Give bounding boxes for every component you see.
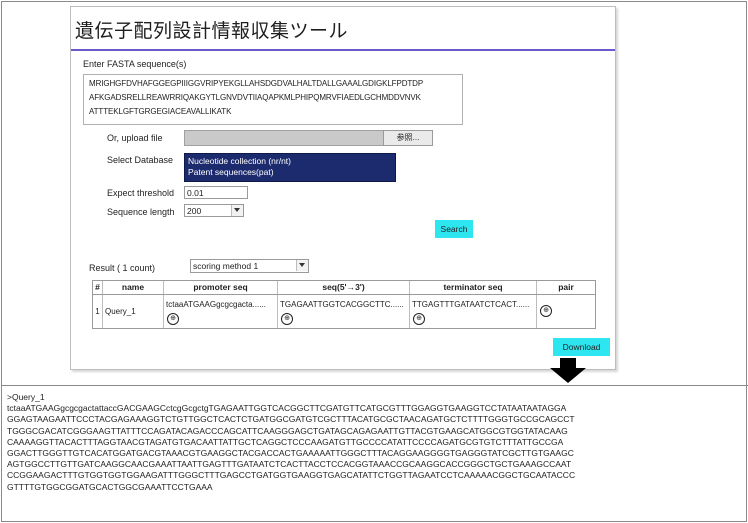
- database-listbox[interactable]: Nucleotide collection (nr/nt) Patent seq…: [184, 153, 396, 182]
- database-option-nr[interactable]: Nucleotide collection (nr/nt): [188, 156, 291, 166]
- tool-panel: 遺伝子配列設計情報収集ツール Enter FASTA sequence(s) M…: [70, 6, 616, 370]
- row-index: 1: [93, 295, 103, 328]
- output-line: AGTGGCCTTGTTGATCAAGGCAACGAAATTAATTGAGTTT…: [7, 459, 572, 470]
- chevron-down-icon[interactable]: [296, 260, 308, 271]
- output-panel: >Query_1 tctaaATGAAGgcgcgactattaccGACGAA…: [7, 392, 747, 493]
- title-underline: [71, 49, 615, 51]
- expand-terminator-icon[interactable]: ⊕: [413, 313, 425, 325]
- upload-file-input[interactable]: [184, 130, 385, 146]
- fasta-line: ATTTEKLGFTGRGEGIACEAVALLIKATK: [89, 107, 232, 116]
- output-header: >Query_1: [7, 392, 45, 402]
- chevron-down-icon[interactable]: [231, 205, 243, 216]
- col-header-name: name: [103, 281, 164, 294]
- row-seq: TGAGAATTGGTCACGGCTTC......: [280, 300, 404, 309]
- browse-button[interactable]: 参照...: [383, 130, 433, 146]
- output-divider: [2, 385, 748, 386]
- row-terminator-cell: TTGAGTTTGATAATCTCACT...... ⊕: [410, 295, 537, 328]
- download-button[interactable]: Download: [553, 338, 610, 356]
- expect-label: Expect threshold: [107, 188, 175, 198]
- scoring-method-value: scoring method 1: [193, 261, 259, 271]
- col-header-pair: pair: [558, 282, 574, 292]
- scoring-method-select[interactable]: scoring method 1: [190, 259, 309, 273]
- down-arrow-icon: [550, 358, 586, 383]
- expand-pair-icon[interactable]: ⊕: [540, 305, 552, 317]
- row-terminator-seq: TTGAGTTTGATAATCTCACT......: [412, 300, 530, 309]
- col-header-terminator: terminator seq: [410, 281, 537, 294]
- result-label: Result ( 1 count): [89, 263, 156, 273]
- seqlen-label: Sequence length: [107, 207, 175, 217]
- output-line: GGACTTGGGTTGTCACATGGATGACGTAAACGTGAAGGCT…: [7, 448, 574, 459]
- fasta-label: Enter FASTA sequence(s): [83, 59, 187, 69]
- window-frame: 遺伝子配列設計情報収集ツール Enter FASTA sequence(s) M…: [1, 1, 748, 522]
- row-promoter-seq: tctaaATGAAGgcgcgacta......: [166, 300, 266, 309]
- col-header-promoter: promoter seq: [164, 281, 278, 294]
- output-line: GGAGTAAGAATTCCCTACGAGAAAGGTCTGTTGGCTCACT…: [7, 414, 575, 425]
- row-seq-cell: TGAGAATTGGTCACGGCTTC...... ⊕: [278, 295, 410, 328]
- search-button[interactable]: Search: [435, 220, 473, 238]
- expand-promoter-icon[interactable]: ⊕: [167, 313, 179, 325]
- col-header-seq: seq(5'→3'): [278, 281, 410, 294]
- output-line: GTTTTGTGGCGGATGCACTGGCGAAATTCCTGAAA: [7, 481, 213, 492]
- output-line: tctaaATGAAGgcgcgactattaccGACGAAGCctcgGcg…: [7, 403, 567, 414]
- output-line: CCGGAAGACTTTGTGGTGGTGGAAGATTTGGGCTTTGAGC…: [7, 470, 576, 481]
- row-promoter-cell: tctaaATGAAGgcgcgacta...... ⊕: [164, 295, 278, 328]
- expand-seq-icon[interactable]: ⊕: [281, 313, 293, 325]
- sequence-length-select[interactable]: 200: [184, 204, 244, 217]
- database-label: Select Database: [107, 155, 174, 165]
- output-line: TGGGCGACATCGGGAAGTTATTTCCAGATACAGACCCAGC…: [7, 425, 568, 436]
- col-header-index: #: [93, 281, 103, 294]
- fasta-line: MRIGHGFDVHAFGGEGPIIIGGVRIPYEKGLLAHSDGDVA…: [89, 79, 424, 88]
- database-option-pat[interactable]: Patent sequences(pat): [188, 167, 274, 177]
- fasta-textarea[interactable]: MRIGHGFDVHAFGGEGPIIIGGVRIPYEKGLLAHSDGDVA…: [83, 74, 463, 125]
- row-pair-cell: ⊕: [537, 295, 595, 328]
- upload-label: Or, upload file: [107, 133, 163, 143]
- results-table: # name promoter seq seq(5'→3') terminato…: [92, 280, 596, 329]
- output-line: CAAAAGGTTACACTTTAGGTAACGTAGATGTGACAATTAT…: [7, 436, 564, 447]
- expect-threshold-input[interactable]: 0.01: [184, 186, 248, 199]
- fasta-line: AFKGADSRELLREAWRRIQAKGYTLGNVDVTIIAQAPKML…: [89, 93, 421, 102]
- page-title: 遺伝子配列設計情報収集ツール: [75, 21, 349, 42]
- row-name: Query_1: [103, 295, 164, 328]
- sequence-length-value: 200: [187, 206, 202, 216]
